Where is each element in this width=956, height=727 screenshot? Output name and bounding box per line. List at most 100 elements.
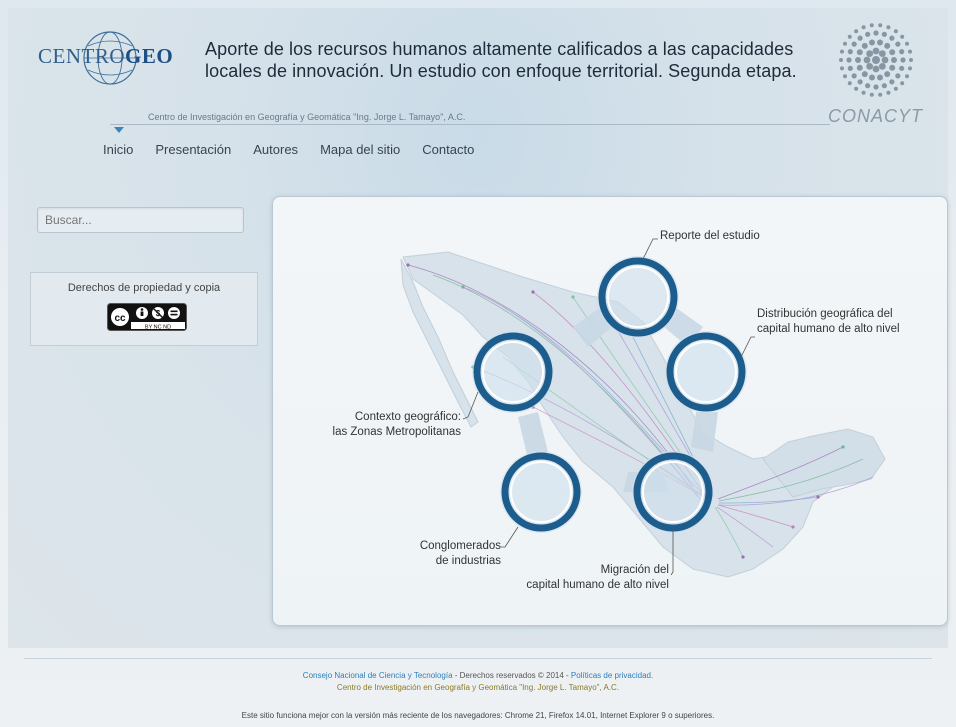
conacyt-dot (847, 81, 852, 86)
ring-distribucion[interactable] (665, 331, 747, 413)
conacyt-dot (881, 56, 889, 64)
nav-item-presentacion[interactable]: Presentación (155, 142, 231, 157)
label-conglomerados-line-1: Conglomerados (419, 540, 501, 552)
conacyt-dot (889, 49, 896, 56)
conacyt-dot (843, 41, 848, 46)
conacyt-dot (866, 50, 874, 58)
conacyt-dot (861, 90, 866, 95)
conacyt-dot (840, 66, 845, 71)
main-nav: Inicio Presentación Autores Mapa del sit… (103, 142, 496, 157)
ring-migracion[interactable] (632, 451, 714, 533)
site-title: Aporte de los recursos humanos altamente… (205, 38, 805, 82)
conacyt-dot (857, 35, 863, 41)
conacyt-dot (856, 64, 863, 71)
conacyt-dot (891, 57, 897, 63)
tagline: Centro de Investigación en Geografía y G… (148, 112, 466, 122)
label-contexto-line-1: Contexto geográfico: (354, 411, 461, 423)
browser-note: Este sitio funciona mejor con la versión… (241, 711, 715, 720)
nav-active-marker-icon (114, 127, 124, 133)
conacyt-dot (878, 50, 886, 58)
conacyt-dot (889, 79, 895, 85)
ring-reporte[interactable] (597, 256, 679, 338)
site-title-line-2: locales de innovación. Un estudio con en… (205, 61, 797, 81)
footer-conacyt-link[interactable]: Consejo Nacional de Ciencia y Tecnología (303, 671, 453, 680)
label-conglomerados[interactable]: Conglomerados de industrias (393, 539, 501, 569)
logo-text-centro: CENTRO (38, 44, 125, 68)
conacyt-dot (873, 84, 879, 90)
conacyt-dot (863, 56, 871, 64)
conacyt-dot (865, 31, 871, 37)
conacyt-dot (909, 58, 913, 62)
conacyt-dot (889, 64, 896, 71)
conacyt-dot (907, 66, 912, 71)
label-distribucion-line-1: Distribución geográfica del (757, 308, 893, 320)
conacyt-dot (847, 34, 852, 39)
footer-privacy-link[interactable]: Políticas de privacidad. (571, 671, 653, 680)
conacyt-dot (895, 73, 901, 79)
nav-item-contacto[interactable]: Contacto (422, 142, 474, 157)
conacyt-dot (840, 49, 845, 54)
conacyt-dot (854, 29, 859, 34)
search-input[interactable] (37, 207, 244, 233)
conacyt-dots-icon (839, 23, 913, 97)
label-distribucion-line-2: capital humano de alto nivel (757, 323, 900, 335)
conacyt-dot (857, 79, 863, 85)
conacyt-dot (893, 86, 898, 91)
conacyt-dot (846, 57, 852, 63)
diagram-panel: Reporte del estudio Distribución geográf… (272, 196, 948, 626)
footer-line-1: Consejo Nacional de Ciencia y Tecnología… (0, 670, 956, 682)
conacyt-dot (869, 92, 874, 97)
header-divider (110, 124, 830, 125)
conacyt-dot (861, 25, 866, 30)
conacyt-dot (873, 30, 879, 36)
conacyt-dot (851, 41, 857, 47)
label-reporte-estudio[interactable]: Reporte del estudio (660, 229, 760, 244)
conacyt-dot (884, 42, 891, 49)
header: CENTROGEO Aporte de los recursos humanos… (0, 0, 956, 133)
footer-divider (24, 658, 932, 659)
label-distribucion[interactable]: Distribución geográfica del capital huma… (757, 307, 900, 337)
conacyt-dot (881, 83, 887, 89)
label-migracion-line-1: Migración del (600, 564, 669, 576)
footer-rights: - Derechos reservados © 2014 - (452, 671, 571, 680)
centrogeo-logo[interactable]: CENTROGEO (38, 44, 173, 69)
cc-badge-label: BY NC ND (145, 324, 171, 330)
conacyt-logo[interactable]: CONACYT (828, 106, 923, 127)
conacyt-dot (886, 25, 891, 30)
conacyt-dot (877, 74, 884, 81)
copyright-title: Derechos de propiedad y copia (67, 282, 221, 294)
nav-item-autores[interactable]: Autores (253, 142, 298, 157)
conacyt-dot (899, 65, 905, 71)
ring-contexto[interactable] (472, 331, 554, 413)
conacyt-dot (854, 86, 859, 91)
conacyt-dot (872, 47, 880, 55)
conacyt-dot (878, 23, 883, 28)
conacyt-dot (900, 81, 905, 86)
conacyt-dot (865, 83, 871, 89)
conacyt-dot (872, 56, 880, 64)
ring-conglomerados[interactable] (500, 451, 582, 533)
footer-center-link[interactable]: Centro de Investigación en Geografía y G… (0, 682, 956, 694)
nav-item-inicio[interactable]: Inicio (103, 142, 133, 157)
logo-text-geo: GEO (125, 44, 174, 68)
conacyt-dot (881, 31, 887, 37)
creative-commons-badge-icon[interactable]: cc $ BY NC ND (107, 303, 187, 331)
label-conglomerados-line-2: de industrias (435, 555, 501, 567)
label-contexto[interactable]: Contexto geográfico: las Zonas Metropoli… (311, 410, 461, 440)
conacyt-dot (904, 74, 909, 79)
label-contexto-line-2: las Zonas Metropolitanas (332, 426, 461, 438)
conacyt-dot (847, 65, 853, 71)
nav-item-mapa-del-sitio[interactable]: Mapa del sitio (320, 142, 400, 157)
conacyt-dot (855, 57, 861, 63)
conacyt-dot (900, 34, 905, 39)
conacyt-dot (872, 65, 880, 73)
conacyt-dot (899, 49, 905, 55)
conacyt-dot (851, 73, 857, 79)
conacyt-dot (900, 57, 906, 63)
conacyt-dot (861, 71, 868, 78)
conacyt-dot (839, 58, 843, 62)
label-migracion[interactable]: Migración del capital humano de alto niv… (511, 563, 669, 593)
conacyt-dot (893, 29, 898, 34)
conacyt-dot (847, 49, 853, 55)
conacyt-dot (895, 41, 901, 47)
